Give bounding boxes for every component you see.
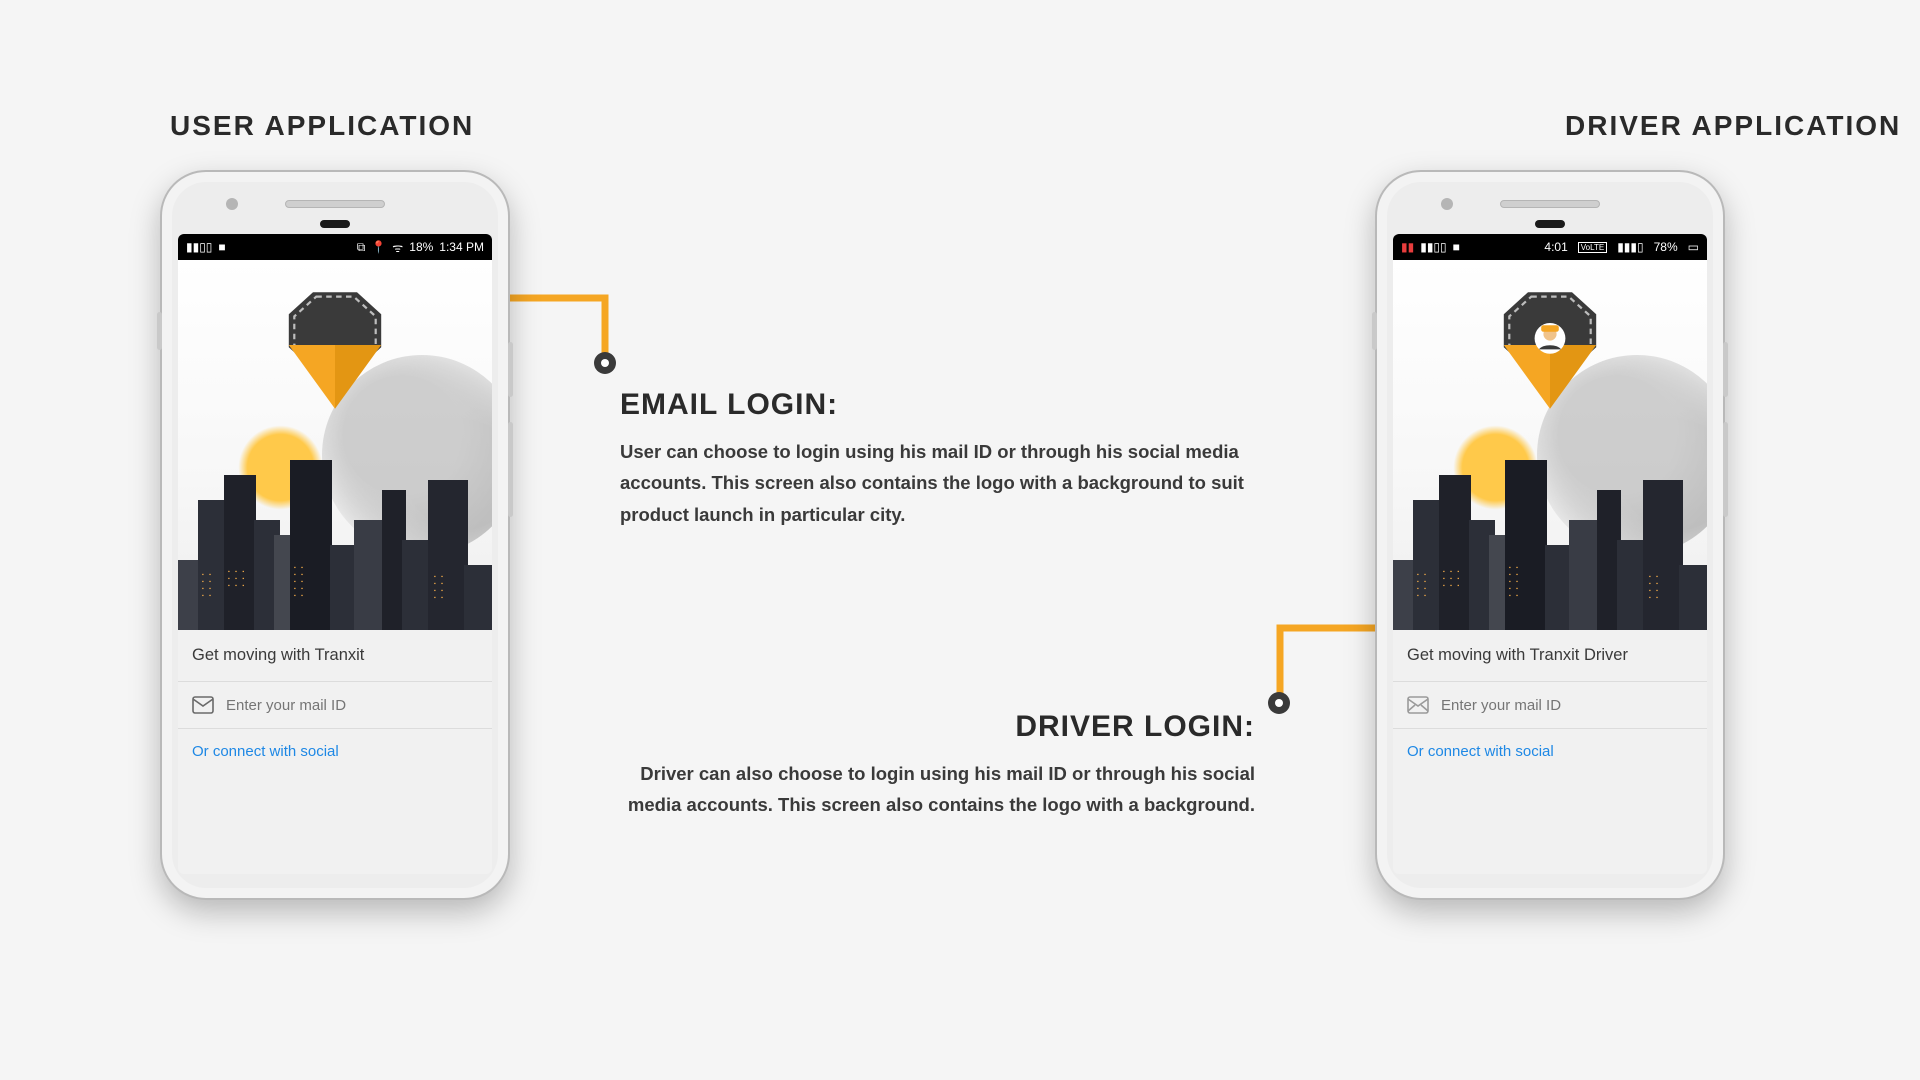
phone-screen: ▮▮▯▯ ■ ⧉ 📍 ᯤ 18% 1:34 PM (178, 234, 492, 874)
mail-icon (1407, 696, 1429, 714)
phone-side-button (508, 342, 513, 397)
annotation-email-login: EMAIL LOGIN: User can choose to login us… (620, 388, 1260, 530)
email-input[interactable] (1441, 697, 1693, 714)
video-icon: ■ (1453, 240, 1460, 254)
app-logo (1495, 290, 1605, 410)
phone-screen: ▮▮ ▮▮▯▯ ■ 4:01 VoLTE ▮▮▮▯ 78% ▭ (1393, 234, 1707, 874)
email-input[interactable] (226, 697, 478, 714)
carrier-icon: ▮▮ (1401, 240, 1414, 254)
email-field-row[interactable] (178, 682, 492, 729)
annotation-driver-body: Driver can also choose to login using hi… (605, 758, 1255, 821)
phone-driver: ▮▮ ▮▮▯▯ ■ 4:01 VoLTE ▮▮▮▯ 78% ▭ (1375, 170, 1725, 900)
battery-text: 18% (409, 240, 433, 254)
phone-user: ▮▮▯▯ ■ ⧉ 📍 ᯤ 18% 1:34 PM (160, 170, 510, 900)
city-skyline: ▪ ▪▪ ▪▪ ▪▪ ▪ ▪ ▪ ▪▪ ▪ ▪▪ ▪ ▪ ▪ ▪▪ ▪▪ ▪▪ … (1393, 460, 1707, 630)
app-logo (280, 290, 390, 410)
clock-text: 4:01 (1544, 240, 1567, 254)
signal-icon: ▮▮▯▯ (1420, 240, 1446, 254)
phone-speaker (1500, 200, 1600, 208)
login-heading: Get moving with Tranxit (178, 630, 492, 682)
heading-user-app: USER APPLICATION (170, 110, 474, 142)
volte-icon: VoLTE (1578, 242, 1607, 253)
social-login-row: Or connect with social (1393, 729, 1707, 774)
annotation-email-title: EMAIL LOGIN: (620, 388, 1260, 422)
cast-icon: ⧉ (357, 240, 366, 255)
social-login-link[interactable]: Or connect with social (1407, 743, 1554, 760)
phone-side-button (1723, 342, 1728, 397)
phone-speaker (285, 200, 385, 208)
annotation-email-body: User can choose to login using his mail … (620, 436, 1260, 530)
phone-side-button (1723, 422, 1728, 517)
connector-dot-email (594, 352, 616, 374)
login-panel: Get moving with Tranxit Or connect with … (178, 630, 492, 774)
signal-bars-icon: ▮▮▮▯ (1617, 240, 1643, 254)
battery-text: 78% (1654, 240, 1678, 254)
mail-icon (192, 696, 214, 714)
email-field-row[interactable] (1393, 682, 1707, 729)
social-login-link[interactable]: Or connect with social (192, 743, 339, 760)
hero-illustration: ▪ ▪▪ ▪▪ ▪▪ ▪ ▪ ▪ ▪▪ ▪ ▪▪ ▪ ▪ ▪ ▪▪ ▪▪ ▪▪ … (1393, 260, 1707, 630)
login-heading: Get moving with Tranxit Driver (1393, 630, 1707, 682)
phone-camera (1441, 198, 1453, 210)
signal-icon: ▮▮▯▯ (186, 240, 212, 254)
annotation-driver-login: DRIVER LOGIN: Driver can also choose to … (605, 710, 1255, 821)
connector-email (510, 290, 640, 370)
phone-sensor (1535, 220, 1565, 228)
heading-driver-app: DRIVER APPLICATION (1565, 110, 1901, 142)
location-icon: 📍 (371, 240, 386, 254)
battery-icon: ▭ (1688, 240, 1699, 254)
city-skyline: ▪ ▪▪ ▪▪ ▪▪ ▪ ▪ ▪ ▪▪ ▪ ▪▪ ▪ ▪ ▪ ▪▪ ▪▪ ▪▪ … (178, 460, 492, 630)
annotation-driver-title: DRIVER LOGIN: (605, 710, 1255, 744)
phone-camera (226, 198, 238, 210)
wifi-icon: ᯤ (392, 239, 403, 256)
social-login-row: Or connect with social (178, 729, 492, 774)
hero-illustration: ▪ ▪▪ ▪▪ ▪▪ ▪ ▪ ▪ ▪▪ ▪ ▪▪ ▪ ▪ ▪ ▪▪ ▪▪ ▪▪ … (178, 260, 492, 630)
status-bar: ▮▮ ▮▮▯▯ ■ 4:01 VoLTE ▮▮▮▯ 78% ▭ (1393, 234, 1707, 260)
status-bar: ▮▮▯▯ ■ ⧉ 📍 ᯤ 18% 1:34 PM (178, 234, 492, 260)
connector-dot-driver (1268, 692, 1290, 714)
login-panel: Get moving with Tranxit Driver Or connec… (1393, 630, 1707, 774)
phone-sensor (320, 220, 350, 228)
phone-side-button (508, 422, 513, 517)
phone-side-button (157, 312, 162, 350)
video-icon: ■ (218, 240, 225, 254)
clock-text: 1:34 PM (439, 240, 484, 254)
phone-side-button (1372, 312, 1377, 350)
connector-driver (1240, 620, 1380, 710)
